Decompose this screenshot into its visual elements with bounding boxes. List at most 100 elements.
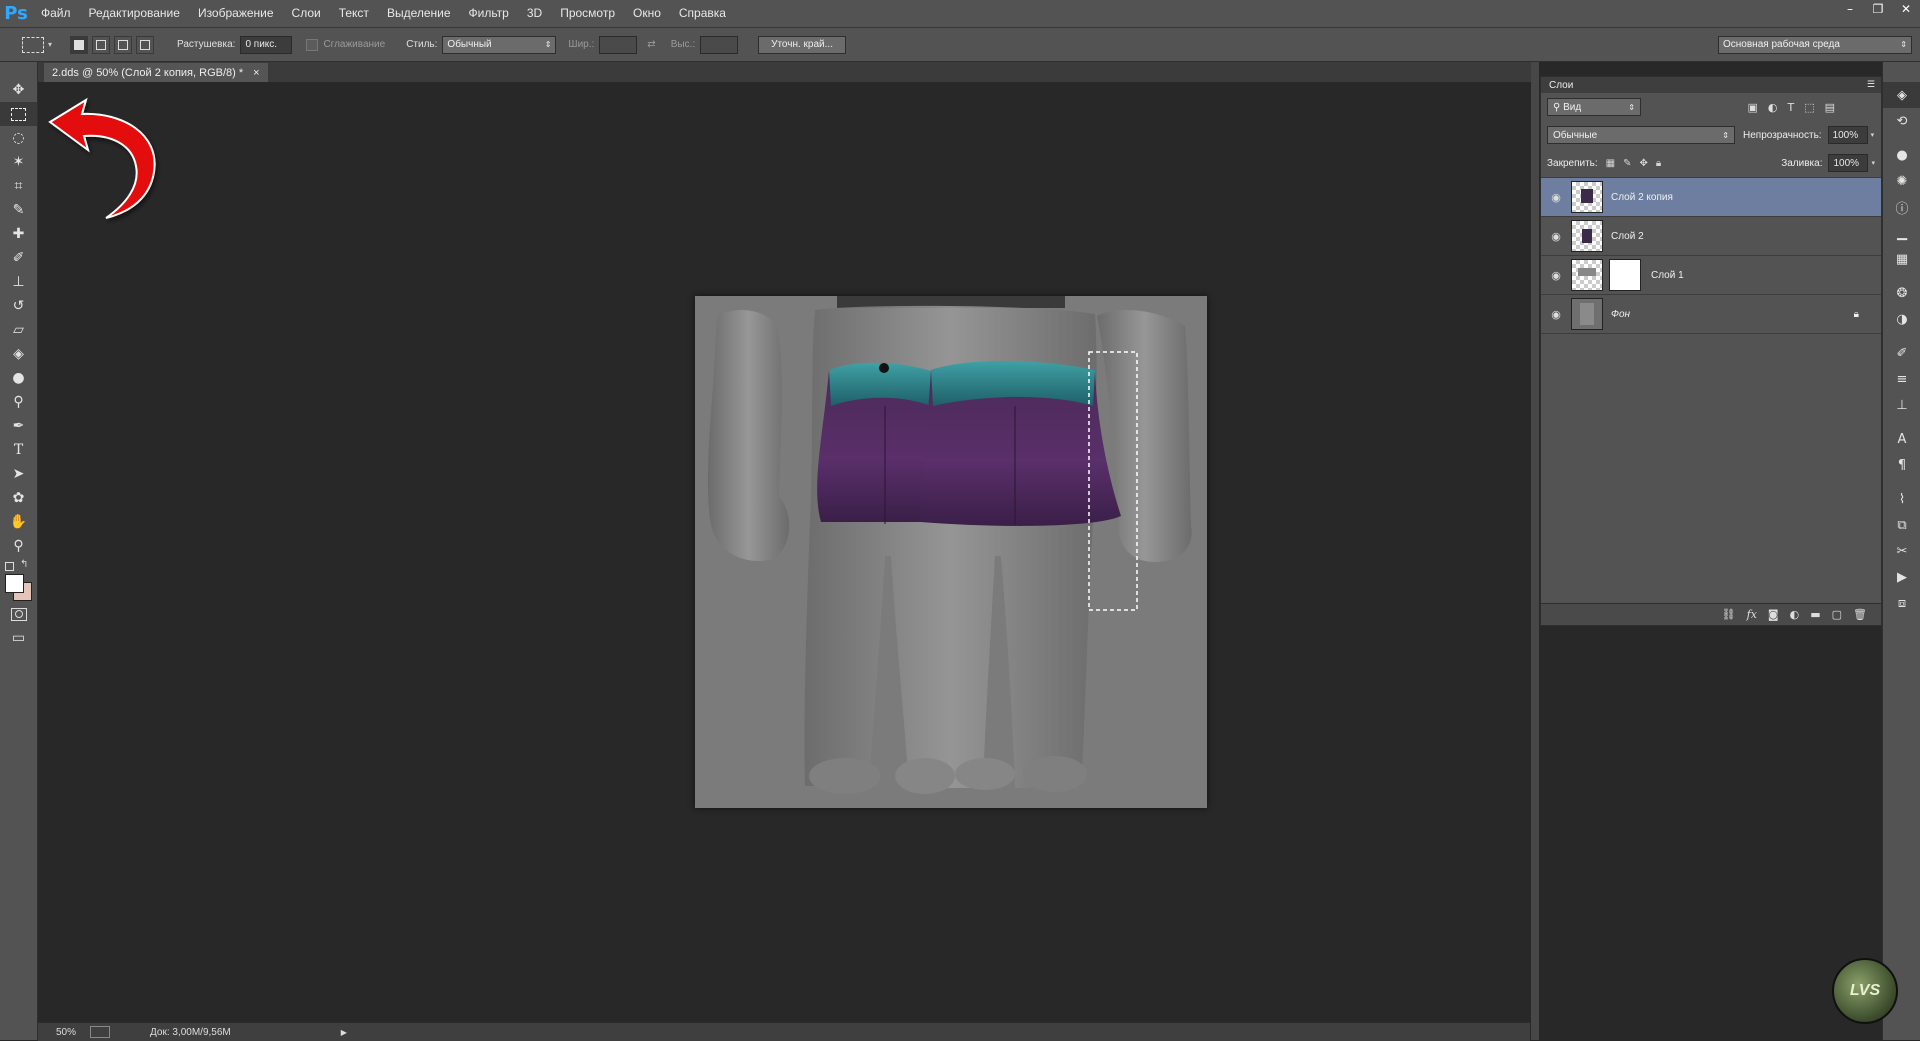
visibility-eye-icon[interactable]: ◉ <box>1541 191 1571 204</box>
filter-adjustment-icon[interactable]: ◐ <box>1768 101 1778 114</box>
healing-brush-tool-icon[interactable]: ✚ <box>0 222 37 246</box>
lasso-tool-icon[interactable]: ◌ <box>0 126 37 150</box>
layers-panel-title[interactable]: Слои <box>1549 80 1573 91</box>
add-selection-button[interactable] <box>92 35 110 54</box>
eyedropper-tool-icon[interactable]: ✎ <box>0 198 37 222</box>
close-tab-icon[interactable]: × <box>253 67 259 79</box>
filter-pixel-icon[interactable]: ▣ <box>1747 101 1757 114</box>
layer-name[interactable]: Слой 1 <box>1651 270 1684 281</box>
layer-row-sloy-2[interactable]: ◉ Слой 2 <box>1541 217 1881 256</box>
intersect-selection-button[interactable] <box>136 35 154 54</box>
menu-window[interactable]: Окно <box>624 0 670 27</box>
quick-mask-icon[interactable] <box>0 602 37 626</box>
new-layer-icon[interactable]: ▢ <box>1832 608 1842 621</box>
opacity-input[interactable] <box>1827 126 1868 144</box>
fx-icon[interactable]: fx <box>1747 608 1757 621</box>
channels-dock-icon[interactable]: ⧉ <box>1883 512 1920 538</box>
filter-type-icon[interactable]: T <box>1787 101 1794 114</box>
new-selection-button[interactable] <box>70 35 88 54</box>
visibility-eye-icon[interactable]: ◉ <box>1541 269 1571 282</box>
actions-dock-icon[interactable]: ▶ <box>1883 564 1920 590</box>
paragraph-dock-icon[interactable]: ¶ <box>1883 452 1920 478</box>
document-canvas[interactable] <box>695 296 1207 808</box>
foreground-color-swatch[interactable] <box>5 574 24 593</box>
default-colors-icon[interactable] <box>5 562 14 571</box>
chevron-down-icon[interactable]: ▾ <box>1871 131 1875 139</box>
document-tab[interactable]: 2.dds @ 50% (Слой 2 копия, RGB/8) * × <box>44 63 268 82</box>
panel-menu-icon[interactable]: ☰ <box>1867 80 1881 90</box>
swap-icon[interactable]: ⇄ <box>647 39 655 50</box>
restore-button[interactable]: ❐ <box>1864 0 1892 18</box>
color-dock-icon[interactable]: ● <box>1883 142 1920 168</box>
dodge-tool-icon[interactable]: ⚲ <box>0 390 37 414</box>
workspace-select[interactable]: Основная рабочая среда ⇕ <box>1718 35 1912 54</box>
fill-input[interactable] <box>1828 154 1869 172</box>
layer-row-sloy-1[interactable]: ◉ Слой 1 <box>1541 256 1881 295</box>
subtract-selection-button[interactable] <box>114 35 132 54</box>
menu-3d[interactable]: 3D <box>518 0 551 27</box>
chevron-down-icon[interactable]: ▾ <box>1871 159 1875 167</box>
move-tool-icon[interactable]: ✥ <box>0 78 37 102</box>
menu-file[interactable]: Файл <box>32 0 80 27</box>
trash-icon[interactable]: 🗑︎ <box>1853 608 1867 621</box>
style-select[interactable]: Обычный ⇕ <box>442 35 557 54</box>
dock-separator[interactable] <box>1531 62 1539 1040</box>
custom-shape-tool-icon[interactable]: ✿ <box>0 486 37 510</box>
pen-tool-icon[interactable]: ✒ <box>0 414 37 438</box>
antialias-checkbox[interactable] <box>306 38 319 51</box>
menu-layers[interactable]: Слои <box>283 0 330 27</box>
layers-dock-icon[interactable]: ◈ <box>1883 82 1920 108</box>
link-layers-icon[interactable]: ⛓ <box>1722 608 1736 621</box>
brush-presets-dock-icon[interactable]: ✐ <box>1883 340 1920 366</box>
adjustment-layer-icon[interactable]: ◐ <box>1790 608 1800 621</box>
share-icon[interactable] <box>90 1026 110 1038</box>
height-input[interactable] <box>700 35 739 54</box>
eraser-tool-icon[interactable]: ▱ <box>0 318 37 342</box>
chevron-down-icon[interactable]: ▾ <box>48 40 58 49</box>
layer-name[interactable]: Слой 2 копия <box>1611 192 1673 203</box>
visibility-eye-icon[interactable]: ◉ <box>1541 308 1571 321</box>
character-dock-icon[interactable]: A <box>1883 426 1920 452</box>
filter-smart-icon[interactable]: ▤ <box>1825 101 1835 114</box>
menu-image[interactable]: Изображение <box>189 0 283 27</box>
layer-mask-thumbnail[interactable] <box>1609 259 1641 291</box>
paint-bucket-tool-icon[interactable]: ◈ <box>0 342 37 366</box>
menu-select[interactable]: Выделение <box>378 0 460 27</box>
add-mask-icon[interactable]: ◙ <box>1768 608 1779 621</box>
crop-tool-icon[interactable]: ⌗ <box>0 174 37 198</box>
swatches-dock-icon[interactable]: ✺ <box>1883 168 1920 194</box>
history-brush-tool-icon[interactable]: ↺ <box>0 294 37 318</box>
brush-tool-icon[interactable]: ✐ <box>0 246 37 270</box>
layer-filter-select[interactable]: ⚲ Вид ⇕ <box>1547 98 1641 116</box>
histogram-dock-icon[interactable]: ▁ <box>1883 220 1920 246</box>
filter-shape-icon[interactable]: ⬚ <box>1804 101 1814 114</box>
magic-wand-tool-icon[interactable]: ✶ <box>0 150 37 174</box>
color-swatches[interactable]: ↰ <box>0 558 37 602</box>
refine-edge-button[interactable]: Уточн. край... <box>758 35 846 54</box>
screen-mode-icon[interactable]: ▭ <box>0 626 37 650</box>
visibility-eye-icon[interactable]: ◉ <box>1541 230 1571 243</box>
minimize-button[interactable]: – <box>1836 0 1864 18</box>
menu-text[interactable]: Текст <box>330 0 378 27</box>
lock-all-icon[interactable]: 🔒︎ <box>1656 158 1661 169</box>
history-dock-icon[interactable]: ⟲ <box>1883 108 1920 134</box>
marquee-preset-icon[interactable] <box>22 36 44 53</box>
layer-row-fon[interactable]: ◉ Фон 🔒︎ <box>1541 295 1881 334</box>
menu-help[interactable]: Справка <box>670 0 735 27</box>
menu-filter[interactable]: Фильтр <box>460 0 518 27</box>
navigator-dock-icon[interactable]: ▦ <box>1883 246 1920 272</box>
paths-dock-icon[interactable]: ⌇ <box>1883 486 1920 512</box>
layer-name[interactable]: Фон <box>1611 309 1630 320</box>
menu-view[interactable]: Просмотр <box>551 0 624 27</box>
brush-dock-icon[interactable]: ≡ <box>1883 366 1920 392</box>
status-menu-arrow-icon[interactable]: ▶ <box>341 1028 347 1037</box>
clone-stamp-tool-icon[interactable]: ⊥ <box>0 270 37 294</box>
blur-tool-icon[interactable]: ● <box>0 366 37 390</box>
layer-comps-dock-icon[interactable]: ⧈ <box>1883 590 1920 616</box>
layer-row-sloy-2-kopiya[interactable]: ◉ Слой 2 копия <box>1541 178 1881 217</box>
hand-tool-icon[interactable]: ✋ <box>0 510 37 534</box>
close-button[interactable]: ✕ <box>1892 0 1920 18</box>
width-input[interactable] <box>599 35 638 54</box>
zoom-tool-icon[interactable]: ⚲ <box>0 534 37 558</box>
lock-position-icon[interactable]: ✥ <box>1640 158 1648 169</box>
